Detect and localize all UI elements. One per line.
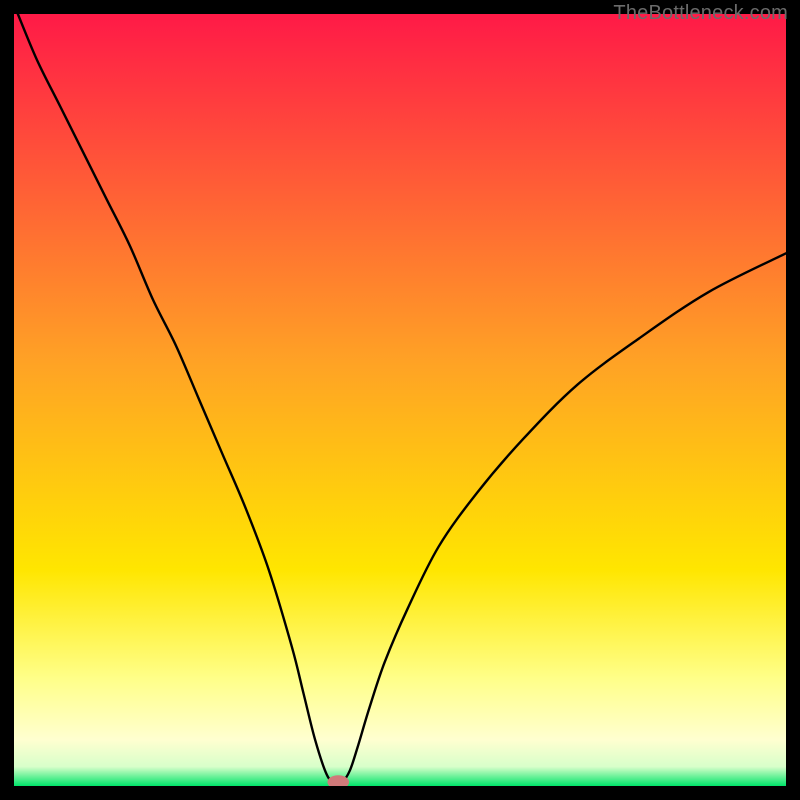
watermark-text: TheBottleneck.com [613,2,788,25]
bottleneck-chart [14,14,786,786]
chart-background [14,14,786,786]
